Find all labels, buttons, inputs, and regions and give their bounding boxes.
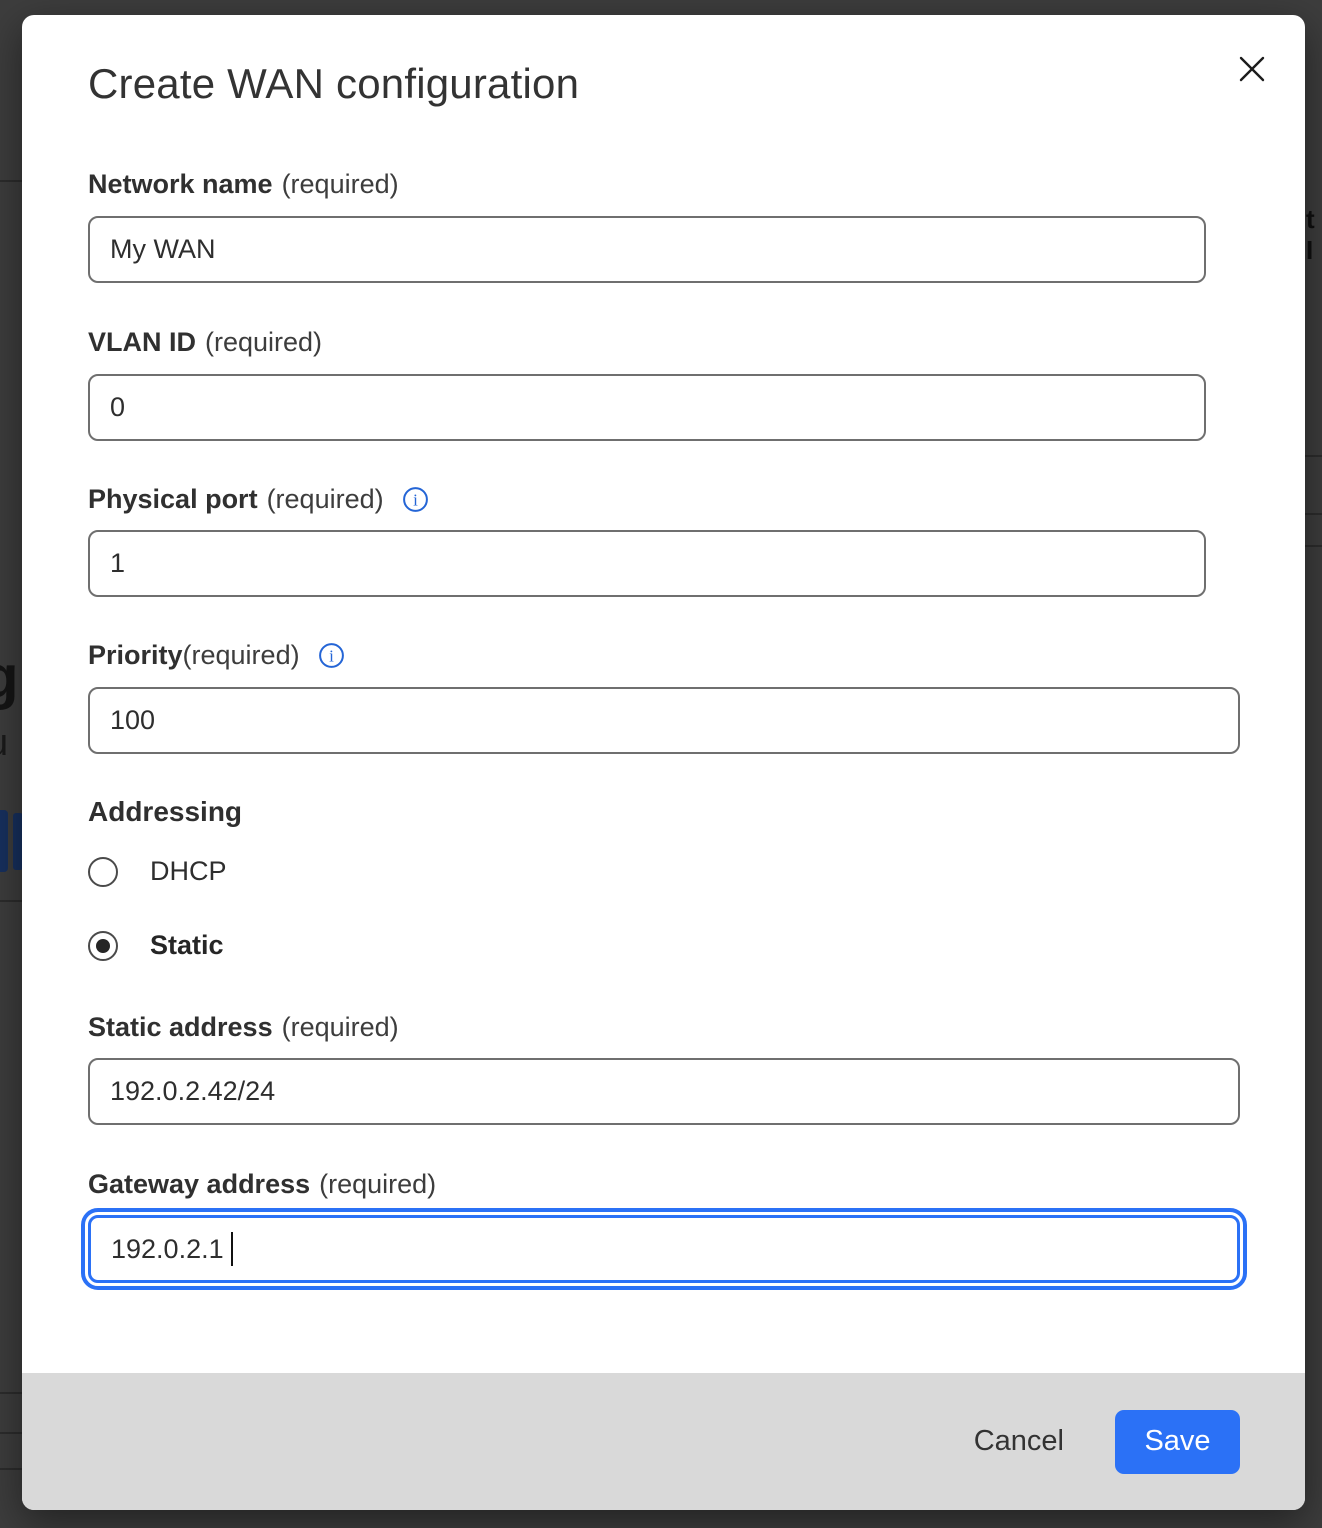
- svg-text:i: i: [413, 490, 418, 509]
- priority-input[interactable]: [88, 687, 1240, 754]
- svg-text:i: i: [329, 646, 334, 665]
- field-label-text: Priority: [88, 640, 183, 670]
- field-label-text: Physical port: [88, 484, 258, 514]
- required-hint: (required): [205, 327, 322, 357]
- screen: g u t I Create WAN configuration Network…: [0, 0, 1322, 1528]
- field-label-text: Gateway address: [88, 1169, 310, 1199]
- gateway-address-field-focused: [88, 1215, 1240, 1283]
- radio-selected-icon[interactable]: [88, 931, 118, 961]
- close-icon[interactable]: [1236, 53, 1268, 85]
- page-title: Create WAN configuration: [88, 58, 1305, 110]
- radio-dot: [96, 939, 110, 953]
- gateway-address-input[interactable]: [88, 1215, 1240, 1283]
- field-label-text: Static address: [88, 1012, 273, 1042]
- info-icon[interactable]: i: [318, 642, 345, 669]
- background-divider: [0, 180, 22, 182]
- priority-label: Priority (required) i: [88, 640, 1305, 670]
- close-icon-glyph: [1236, 53, 1268, 85]
- background-divider: [0, 900, 22, 902]
- network-name-label: Network name (required): [88, 169, 1305, 199]
- required-hint: (required): [319, 1169, 436, 1199]
- radio-label: DHCP: [150, 856, 227, 887]
- static-address-input[interactable]: [88, 1058, 1240, 1125]
- background-page-fragment: u: [0, 722, 8, 765]
- physical-port-label: Physical port (required) i: [88, 484, 1305, 514]
- background-divider: [1305, 513, 1322, 515]
- required-hint: (required): [183, 640, 300, 670]
- radio-option-dhcp[interactable]: DHCP: [88, 856, 1305, 887]
- cancel-button[interactable]: Cancel: [972, 1417, 1066, 1466]
- required-hint: (required): [267, 484, 384, 514]
- field-label-text: Network name: [88, 169, 273, 199]
- addressing-heading: Addressing: [88, 797, 1305, 827]
- save-button[interactable]: Save: [1115, 1410, 1240, 1474]
- background-page-fragment: t I: [1306, 204, 1322, 266]
- physical-port-input[interactable]: [88, 530, 1206, 597]
- radio-unselected-icon[interactable]: [88, 857, 118, 887]
- background-divider: [1305, 545, 1322, 547]
- background-button-fragment: [0, 810, 8, 872]
- info-icon[interactable]: i: [402, 486, 429, 513]
- create-wan-configuration-dialog: Create WAN configuration Network name (r…: [22, 15, 1305, 1510]
- radio-label: Static: [150, 930, 224, 961]
- background-divider: [1305, 455, 1322, 457]
- field-label-text: VLAN ID: [88, 327, 196, 357]
- background-divider: [0, 1432, 22, 1434]
- required-hint: (required): [282, 1012, 399, 1042]
- network-name-input[interactable]: [88, 216, 1206, 283]
- gateway-address-label: Gateway address (required): [88, 1169, 1305, 1199]
- background-divider: [0, 1468, 22, 1470]
- background-divider: [0, 1392, 22, 1394]
- dialog-footer: Cancel Save: [22, 1373, 1305, 1510]
- vlan-id-input[interactable]: [88, 374, 1206, 441]
- required-hint: (required): [282, 169, 399, 199]
- radio-option-static[interactable]: Static: [88, 930, 1305, 961]
- vlan-id-label: VLAN ID (required): [88, 327, 1305, 357]
- background-page-fragment: g: [0, 642, 19, 711]
- text-caret: [231, 1232, 233, 1266]
- static-address-label: Static address (required): [88, 1012, 1305, 1042]
